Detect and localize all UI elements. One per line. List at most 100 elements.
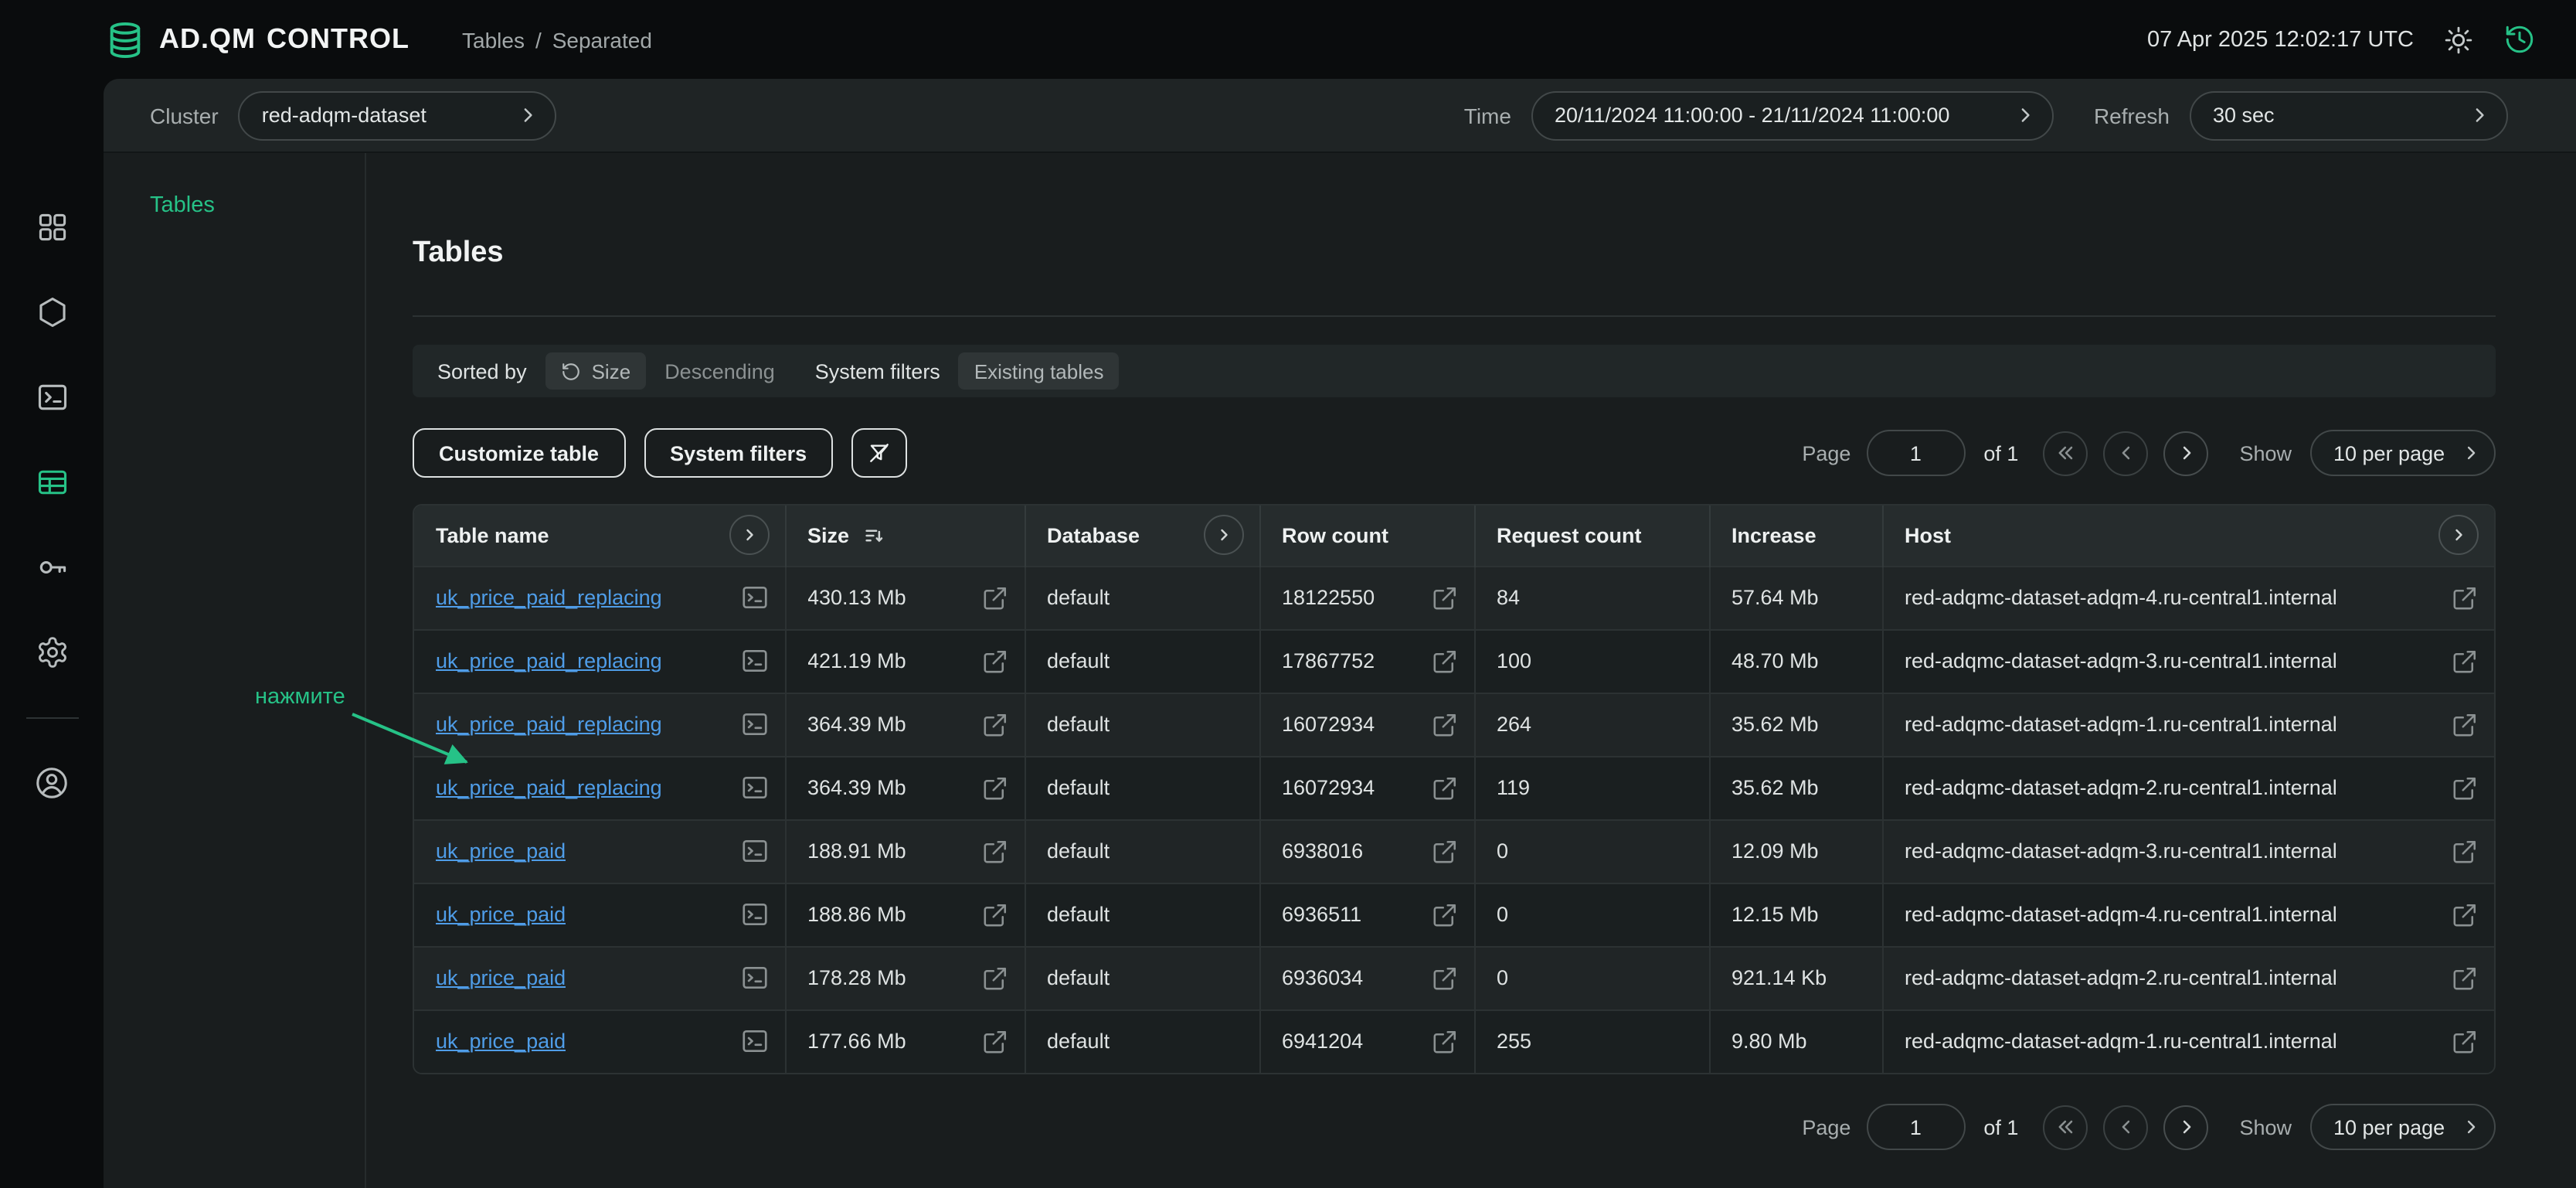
- open-size-details-button[interactable]: [980, 964, 1008, 992]
- brand[interactable]: AD.QM CONTROL: [105, 19, 410, 60]
- open-row-count-details-button[interactable]: [1430, 964, 1458, 992]
- terminal-icon: [739, 710, 769, 739]
- row-count-value: 17867752: [1282, 649, 1375, 672]
- breadcrumb-separator: /: [535, 27, 542, 52]
- terminal-icon: [739, 836, 769, 866]
- external-link-icon: [1430, 1028, 1458, 1056]
- subnav-item-tables[interactable]: Tables: [150, 193, 365, 218]
- open-row-count-details-button[interactable]: [1430, 837, 1458, 865]
- system-filter-chip[interactable]: Existing tables: [959, 352, 1120, 390]
- per-page-select[interactable]: 10 per page: [2310, 430, 2496, 476]
- actions-row: Customize table System filters Page: [413, 428, 2496, 478]
- open-size-details-button[interactable]: [980, 774, 1008, 802]
- breadcrumb-page[interactable]: Separated: [552, 27, 652, 52]
- table-name-link[interactable]: uk_price_paid_replacing: [436, 776, 662, 799]
- request-count-value: 119: [1497, 776, 1530, 799]
- open-host-button[interactable]: [2451, 1028, 2479, 1056]
- external-link-icon: [1430, 647, 1458, 675]
- history-icon[interactable]: [2503, 23, 2536, 56]
- open-size-details-button[interactable]: [980, 647, 1008, 675]
- breadcrumb-section[interactable]: Tables: [462, 27, 525, 52]
- open-host-button[interactable]: [2451, 584, 2479, 611]
- external-link-icon: [2451, 837, 2479, 865]
- database-column-expand-button[interactable]: [1203, 516, 1243, 556]
- external-link-icon: [2451, 1028, 2479, 1056]
- reset-filters-button[interactable]: [851, 428, 907, 478]
- open-console-button[interactable]: [739, 1027, 769, 1057]
- size-value: 188.91 Mb: [807, 839, 906, 863]
- pagination-first-button[interactable]: [2043, 1105, 2088, 1149]
- increase-value: 921.14 Kb: [1731, 966, 1827, 989]
- sort-chip[interactable]: Size: [545, 352, 647, 390]
- external-link-icon: [980, 774, 1008, 802]
- host-column-expand-button[interactable]: [2438, 516, 2479, 556]
- open-host-button[interactable]: [2451, 900, 2479, 928]
- open-size-details-button[interactable]: [980, 900, 1008, 928]
- refresh-interval-select[interactable]: 30 sec: [2190, 90, 2508, 140]
- open-row-count-details-button[interactable]: [1430, 1028, 1458, 1056]
- open-host-button[interactable]: [2451, 647, 2479, 675]
- open-console-button[interactable]: [739, 583, 769, 612]
- customize-table-button[interactable]: Customize table: [413, 428, 625, 478]
- pagination-prev-button[interactable]: [2103, 431, 2148, 475]
- open-console-button[interactable]: [739, 836, 769, 866]
- pagination-first-button[interactable]: [2043, 431, 2088, 475]
- host-value: red-adqmc-dataset-adqm-3.ru-central1.int…: [1905, 649, 2337, 672]
- table-name-link[interactable]: uk_price_paid_replacing: [436, 713, 662, 736]
- chevron-left-icon: [2115, 442, 2136, 464]
- table-name-link[interactable]: uk_price_paid_replacing: [436, 649, 662, 672]
- row-count-value: 6936034: [1282, 966, 1363, 989]
- table-name-link[interactable]: uk_price_paid: [436, 903, 566, 926]
- open-host-button[interactable]: [2451, 774, 2479, 802]
- cluster-select[interactable]: red-adqm-dataset: [239, 90, 557, 140]
- column-header-row-count: Row count: [1282, 524, 1388, 547]
- open-console-button[interactable]: [739, 963, 769, 992]
- pagination-next-button[interactable]: [2163, 431, 2208, 475]
- open-size-details-button[interactable]: [980, 1028, 1008, 1056]
- open-row-count-details-button[interactable]: [1430, 647, 1458, 675]
- open-host-button[interactable]: [2451, 837, 2479, 865]
- table-row: uk_price_paid_replacing 364.39 Mb: [414, 693, 2494, 756]
- open-console-button[interactable]: [739, 646, 769, 676]
- open-host-button[interactable]: [2451, 710, 2479, 738]
- open-row-count-details-button[interactable]: [1430, 584, 1458, 611]
- sidebar-item-profile[interactable]: [19, 740, 84, 825]
- sidebar-item-console[interactable]: [19, 354, 84, 439]
- column-header-table-name: Table name: [436, 524, 549, 547]
- open-host-button[interactable]: [2451, 964, 2479, 992]
- sidebar-item-settings[interactable]: [19, 609, 84, 694]
- row-count-value: 6938016: [1282, 839, 1363, 863]
- page-input[interactable]: [1866, 430, 1965, 476]
- time-range-select[interactable]: 20/11/2024 11:00:00 - 21/11/2024 11:00:0…: [1531, 90, 2054, 140]
- sidebar-item-tables[interactable]: [19, 439, 84, 524]
- size-value: 421.19 Mb: [807, 649, 906, 672]
- open-row-count-details-button[interactable]: [1430, 900, 1458, 928]
- applied-filters-bar: Sorted by Size Descending System filters: [413, 345, 2496, 397]
- sort-descending-icon[interactable]: [861, 524, 885, 547]
- system-filters-button[interactable]: System filters: [644, 428, 833, 478]
- theme-toggle-sun-icon[interactable]: [2443, 24, 2474, 55]
- table-name-column-expand-button[interactable]: [729, 516, 769, 556]
- table-name-link[interactable]: uk_price_paid: [436, 966, 566, 989]
- per-page-select[interactable]: 10 per page: [2310, 1104, 2496, 1150]
- open-console-button[interactable]: [739, 900, 769, 929]
- open-row-count-details-button[interactable]: [1430, 774, 1458, 802]
- sidebar-item-dashboard[interactable]: [19, 184, 84, 269]
- table-name-link[interactable]: uk_price_paid: [436, 1030, 566, 1054]
- open-size-details-button[interactable]: [980, 584, 1008, 611]
- pagination-next-button[interactable]: [2163, 1105, 2208, 1149]
- open-console-button[interactable]: [739, 710, 769, 739]
- page-input[interactable]: [1866, 1104, 1965, 1150]
- open-row-count-details-button[interactable]: [1430, 710, 1458, 738]
- sidebar-item-keys[interactable]: [19, 524, 84, 609]
- open-size-details-button[interactable]: [980, 837, 1008, 865]
- open-console-button[interactable]: [739, 773, 769, 802]
- table-name-link[interactable]: uk_price_paid: [436, 839, 566, 863]
- sidebar-item-cluster[interactable]: [19, 269, 84, 354]
- table-row: uk_price_paid_replacing 364.39 Mb: [414, 756, 2494, 819]
- open-size-details-button[interactable]: [980, 710, 1008, 738]
- pagination-prev-button[interactable]: [2103, 1105, 2148, 1149]
- request-count-value: 264: [1497, 713, 1531, 736]
- table-name-link[interactable]: uk_price_paid_replacing: [436, 586, 662, 609]
- top-bar-right: 07 Apr 2025 12:02:17 UTC: [2147, 23, 2536, 56]
